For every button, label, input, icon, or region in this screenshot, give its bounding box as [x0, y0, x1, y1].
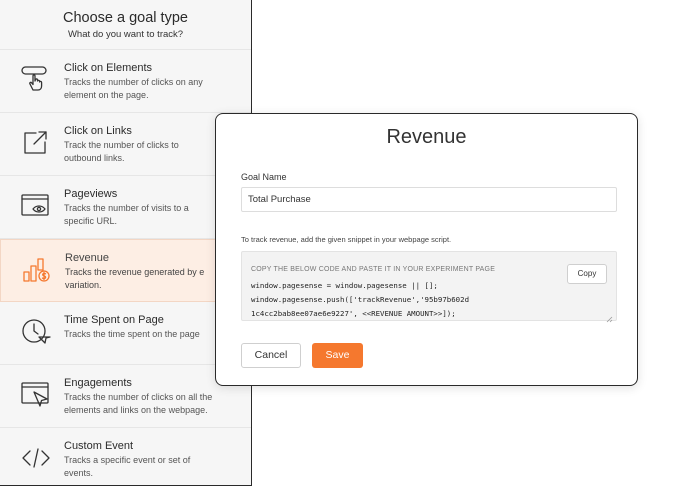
goal-item-custom-event[interactable]: Custom Event Tracks a specific event or …	[0, 428, 251, 486]
code-heading: COPY THE BELOW CODE AND PASTE IT IN YOUR…	[251, 266, 496, 273]
code-line: 1c4cc2bab8ee07ae6e9227', <<REVENUE AMOUN…	[251, 309, 456, 318]
goal-item-time-spent[interactable]: Time Spent on Page Tracks the time spent…	[0, 302, 251, 365]
resize-handle-icon[interactable]	[606, 310, 613, 323]
revenue-goal-modal: Revenue Goal Name To track revenue, add …	[215, 113, 638, 386]
code-line: window.pagesense.push(['trackRevenue','9…	[251, 295, 470, 304]
goal-item-desc: elements and links on the webpage.	[64, 405, 208, 415]
panel-header: Choose a goal type What do you want to t…	[0, 0, 251, 50]
panel-title: Choose a goal type	[63, 10, 188, 26]
code-snippet-box[interactable]: COPY THE BELOW CODE AND PASTE IT IN YOUR…	[241, 251, 617, 323]
code-icon	[20, 442, 52, 474]
goal-item-name: Click on Elements	[64, 62, 153, 74]
copy-button[interactable]: Copy	[567, 264, 607, 284]
browser-cursor-icon	[20, 379, 52, 411]
panel-subtitle: What do you want to track?	[67, 29, 184, 40]
external-link-icon	[20, 127, 52, 159]
revenue-hint-text: To track revenue, add the given snippet …	[241, 235, 452, 244]
browser-eye-icon	[20, 190, 52, 222]
goal-item-desc: Tracks the number of clicks on any	[64, 77, 203, 87]
goal-item-desc: element on the page.	[64, 90, 149, 100]
cancel-button[interactable]: Cancel	[241, 343, 301, 368]
goal-item-click-on-elements[interactable]: Click on Elements Tracks the number of c…	[0, 50, 251, 113]
goal-name-input[interactable]	[241, 187, 617, 212]
modal-title: Revenue	[386, 126, 467, 148]
revenue-bars-icon	[21, 254, 53, 286]
goal-item-engagements[interactable]: Engagements Tracks the number of clicks …	[0, 365, 251, 428]
goal-item-pageviews[interactable]: Pageviews Tracks the number of visits to…	[0, 176, 251, 239]
clock-icon	[20, 316, 52, 348]
code-line: window.pagesense = window.pagesense || […	[251, 281, 438, 290]
goal-item-desc: events.	[64, 468, 94, 478]
goal-item-desc: Tracks the number of clicks on all the	[64, 392, 213, 402]
goal-item-click-on-links[interactable]: Click on Links Track the number of click…	[0, 113, 251, 176]
pointer-click-icon	[20, 64, 52, 96]
goal-name-label: Goal Name	[241, 172, 287, 182]
save-button[interactable]: Save	[312, 343, 363, 368]
goal-item-desc: Tracks a specific event or set of	[64, 455, 191, 465]
goal-item-name: Custom Event	[64, 440, 134, 452]
goal-item-revenue[interactable]: Revenue Tracks the revenue generated by …	[0, 239, 251, 302]
